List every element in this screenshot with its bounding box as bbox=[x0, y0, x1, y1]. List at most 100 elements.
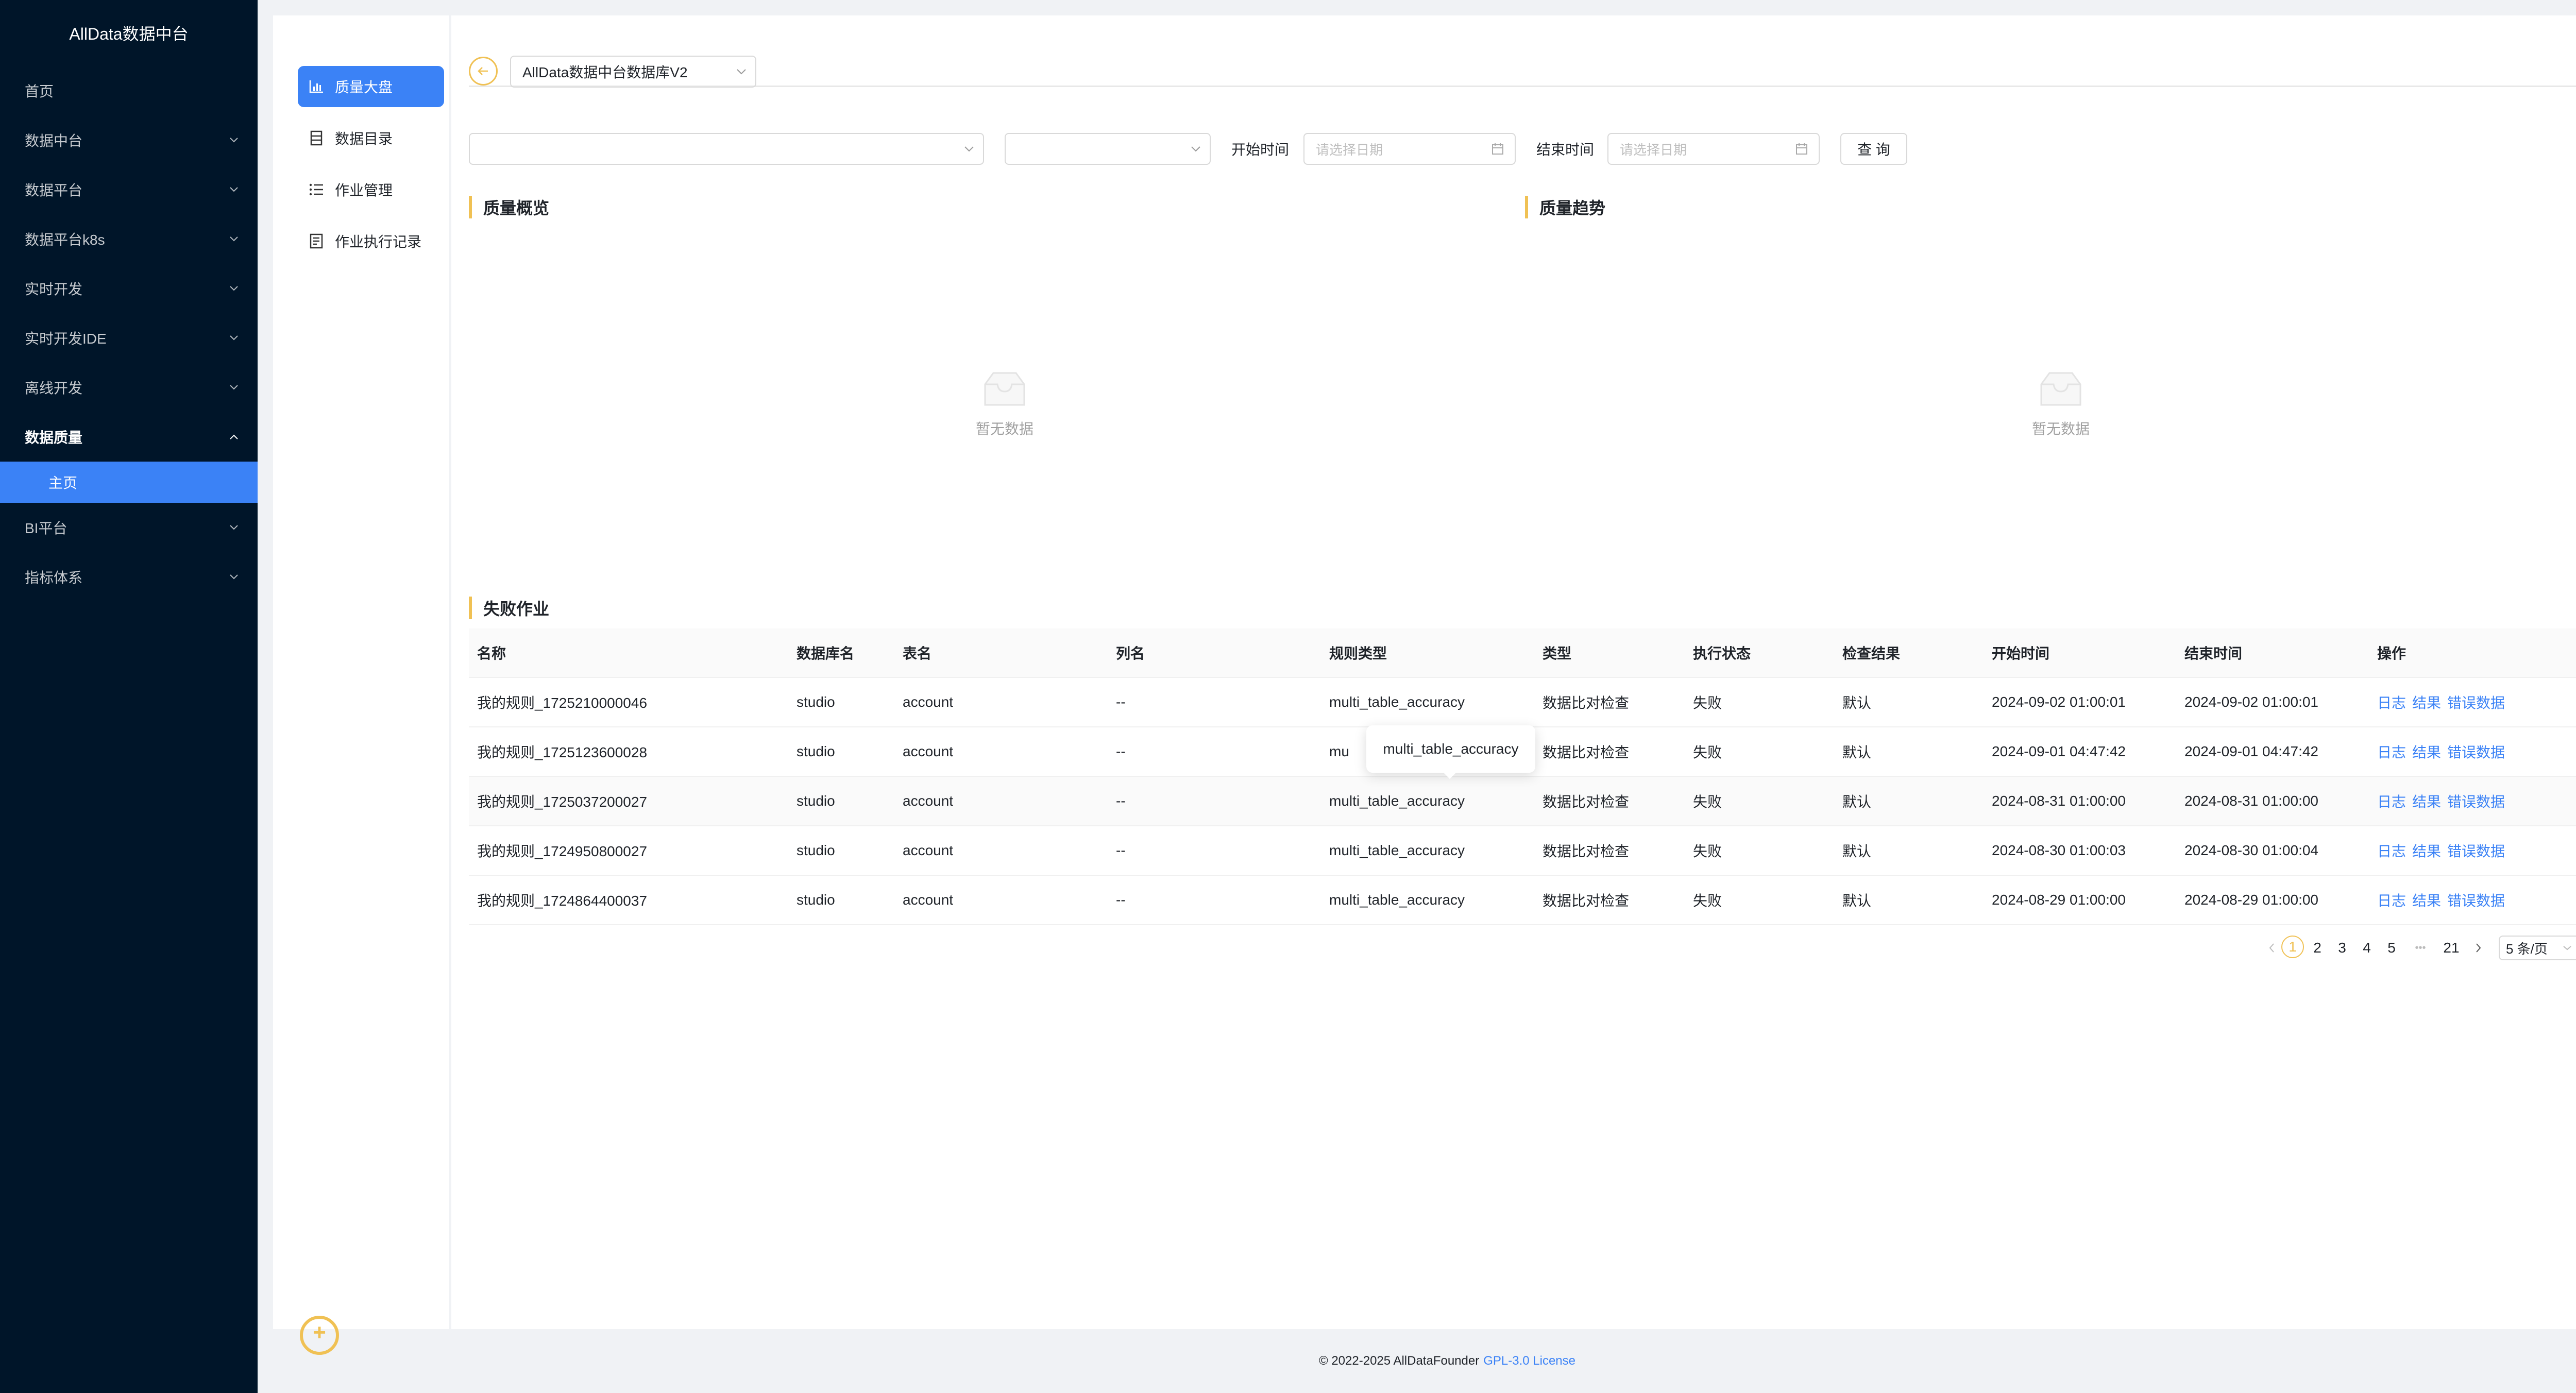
subnav-item-job-management[interactable]: 作业管理 bbox=[298, 169, 444, 210]
cell-start-time: 2024-08-31 01:00:00 bbox=[1992, 793, 2126, 809]
sidebar-subitem-home[interactable]: 主页 bbox=[0, 462, 258, 503]
cell-rule-type: mu bbox=[1329, 743, 1349, 759]
query-button[interactable]: 查 询 bbox=[1840, 133, 1907, 165]
page-button-2[interactable]: 2 bbox=[2306, 936, 2329, 960]
log-link[interactable]: 日志 bbox=[2377, 791, 2406, 811]
sidebar-item-bi-platform[interactable]: BI平台 bbox=[0, 503, 258, 552]
error-data-link[interactable]: 错误数据 bbox=[2447, 791, 2505, 811]
page-button-5[interactable]: 5 bbox=[2380, 936, 2403, 960]
sidebar-item-realtime-ide[interactable]: 实时开发IDE bbox=[0, 313, 258, 363]
column-header: 结束时间 bbox=[2184, 645, 2243, 661]
error-data-link[interactable]: 错误数据 bbox=[2447, 890, 2505, 910]
cell-table: account bbox=[903, 694, 954, 710]
page-button-1[interactable]: 1 bbox=[2281, 936, 2304, 958]
chevron-down-icon bbox=[736, 57, 747, 87]
cell-end-time: 2024-08-29 01:00:00 bbox=[2184, 892, 2318, 908]
error-data-link[interactable]: 错误数据 bbox=[2447, 840, 2505, 861]
chevron-down-icon bbox=[229, 552, 239, 602]
page-size-select[interactable]: 5 条/页 bbox=[2499, 936, 2576, 960]
sidebar-item-metrics[interactable]: 指标体系 bbox=[0, 552, 258, 602]
chevron-down-icon bbox=[1190, 134, 1201, 164]
cell-db: studio bbox=[796, 793, 835, 809]
page-button-last[interactable]: 21 bbox=[2437, 936, 2466, 960]
empty-inbox-icon bbox=[2040, 372, 2081, 406]
result-link[interactable]: 结果 bbox=[2412, 840, 2441, 861]
cell-column: -- bbox=[1116, 694, 1126, 710]
chevron-down-icon bbox=[229, 165, 239, 214]
cell-name: 我的规则_1724864400037 bbox=[477, 893, 648, 909]
subnav-item-label: 作业管理 bbox=[335, 182, 393, 198]
result-link[interactable]: 结果 bbox=[2412, 741, 2441, 762]
log-link[interactable]: 日志 bbox=[2377, 890, 2406, 910]
cell-db: studio bbox=[796, 842, 835, 858]
end-date-placeholder: 请选择日期 bbox=[1620, 142, 1687, 158]
content-frame: 质量大盘 数据目录 作业管理 作业执行记录 + AllData数据中台数据库V2 bbox=[273, 15, 2576, 1355]
failed-jobs-table: 名称 数据库名 表名 列名 规则类型 类型 执行状态 检查结果 开始时间 结束时… bbox=[469, 628, 2576, 925]
cell-actions: 日志 结果 错误数据 bbox=[2377, 876, 2511, 924]
sidebar-item-home[interactable]: 首页 bbox=[0, 66, 258, 115]
sidebar-item-label: 首页 bbox=[25, 83, 54, 99]
table-select[interactable] bbox=[1005, 133, 1211, 165]
cell-type: 数据比对检查 bbox=[1543, 695, 1630, 711]
page-ellipsis[interactable]: ••• bbox=[2406, 936, 2435, 960]
start-date-placeholder: 请选择日期 bbox=[1316, 142, 1383, 158]
cell-end-time: 2024-09-01 04:47:42 bbox=[2184, 743, 2318, 759]
column-header: 开始时间 bbox=[1992, 645, 2050, 661]
sidebar-item-realtime-dev[interactable]: 实时开发 bbox=[0, 264, 258, 313]
cell-name: 我的规则_1724950800027 bbox=[477, 843, 648, 859]
cell-end-time: 2024-09-02 01:00:01 bbox=[2184, 694, 2318, 710]
brand-title: AllData数据中台 bbox=[69, 25, 189, 43]
next-page-button[interactable] bbox=[2471, 936, 2486, 960]
subnav-item-data-catalog[interactable]: 数据目录 bbox=[298, 117, 444, 159]
cell-rule-type: multi_table_accuracy bbox=[1329, 793, 1465, 809]
back-button[interactable] bbox=[469, 57, 498, 86]
sidebar-item-offline-dev[interactable]: 离线开发 bbox=[0, 363, 258, 412]
result-link[interactable]: 结果 bbox=[2412, 890, 2441, 910]
log-link[interactable]: 日志 bbox=[2377, 840, 2406, 861]
cell-db: studio bbox=[796, 694, 835, 710]
license-link[interactable]: GPL-3.0 License bbox=[1483, 1354, 1575, 1368]
log-link[interactable]: 日志 bbox=[2377, 692, 2406, 712]
page-size-value: 5 条/页 bbox=[2506, 941, 2548, 957]
page-button-3[interactable]: 3 bbox=[2331, 936, 2353, 960]
datasource-select[interactable] bbox=[469, 133, 984, 165]
chevron-down-icon bbox=[229, 363, 239, 412]
log-link[interactable]: 日志 bbox=[2377, 741, 2406, 762]
quality-overview-title: 质量概览 bbox=[469, 196, 549, 218]
cell-start-time: 2024-08-30 01:00:03 bbox=[1992, 842, 2126, 858]
copyright-text: © 2022-2025 AllDataFounder bbox=[1318, 1354, 1480, 1368]
error-data-link[interactable]: 错误数据 bbox=[2447, 741, 2505, 762]
cell-db: studio bbox=[796, 892, 835, 908]
bar-chart-icon bbox=[298, 79, 335, 94]
footer: © 2022-2025 AllDataFounder GPL-3.0 Licen… bbox=[258, 1329, 2576, 1393]
cell-actions: 日志 结果 错误数据 bbox=[2377, 777, 2511, 825]
cell-actions: 日志 结果 错误数据 bbox=[2377, 678, 2511, 726]
cell-db: studio bbox=[796, 743, 835, 759]
chevron-down-icon bbox=[229, 115, 239, 165]
start-date-input[interactable]: 请选择日期 bbox=[1303, 133, 1516, 165]
table-row: 我的规则_1724950800027 studio account -- mul… bbox=[469, 826, 2576, 876]
sidebar-item-data-platform-k8s[interactable]: 数据平台k8s bbox=[0, 214, 258, 264]
page-button-4[interactable]: 4 bbox=[2355, 936, 2378, 960]
chevron-right-icon bbox=[2476, 943, 2481, 953]
sidebar-item-data-platform[interactable]: 数据平台 bbox=[0, 165, 258, 214]
prev-page-button[interactable] bbox=[2264, 936, 2279, 960]
catalog-icon bbox=[298, 130, 335, 146]
end-time-label: 结束时间 bbox=[1536, 142, 1595, 158]
database-select-value: AllData数据中台数据库V2 bbox=[522, 64, 688, 80]
subnav-item-job-execution-records[interactable]: 作业执行记录 bbox=[298, 220, 444, 262]
main-panel: AllData数据中台数据库V2 开始时间 请选择日期 结束时间 请选择日期 查… bbox=[469, 15, 2576, 1329]
cell-status: 失败 bbox=[1693, 744, 1722, 760]
result-link[interactable]: 结果 bbox=[2412, 692, 2441, 712]
result-link[interactable]: 结果 bbox=[2412, 791, 2441, 811]
sidebar-item-data-quality[interactable]: 数据质量 bbox=[0, 412, 258, 462]
error-data-link[interactable]: 错误数据 bbox=[2447, 692, 2505, 712]
end-date-input[interactable]: 请选择日期 bbox=[1607, 133, 1820, 165]
database-select[interactable]: AllData数据中台数据库V2 bbox=[510, 56, 756, 88]
sidebar-item-data-hub[interactable]: 数据中台 bbox=[0, 115, 258, 165]
chevron-down-icon bbox=[229, 214, 239, 264]
cell-table: account bbox=[903, 842, 954, 858]
cell-start-time: 2024-08-29 01:00:00 bbox=[1992, 892, 2126, 908]
subnav-item-quality-dashboard[interactable]: 质量大盘 bbox=[298, 66, 444, 107]
record-icon bbox=[298, 233, 335, 249]
